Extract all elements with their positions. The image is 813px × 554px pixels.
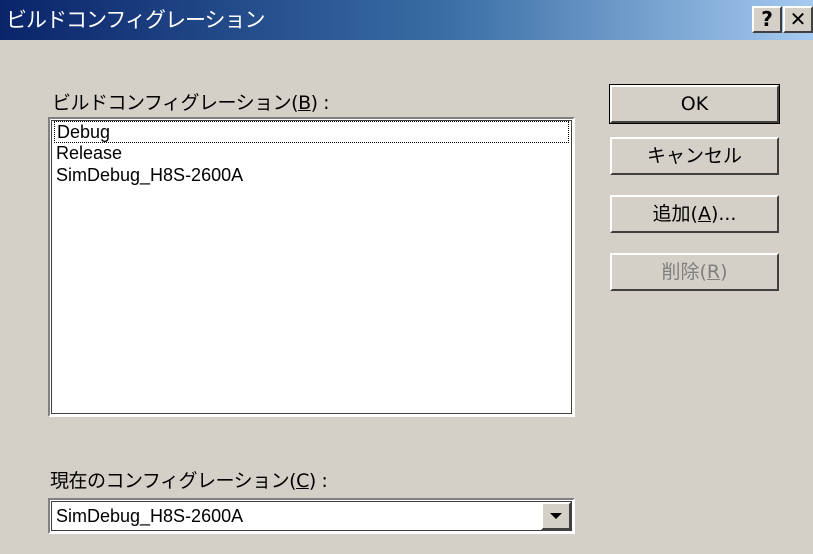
build-config-list[interactable]: Debug Release SimDebug_H8S-2600A (48, 117, 575, 417)
help-button[interactable]: ? (752, 6, 782, 33)
close-icon: ✕ (789, 7, 807, 31)
list-item[interactable]: SimDebug_H8S-2600A (54, 165, 243, 187)
current-config-select[interactable]: SimDebug_H8S-2600A (48, 498, 575, 534)
list-item[interactable]: Release (54, 143, 122, 165)
dropdown-button[interactable] (541, 502, 571, 530)
chevron-down-icon (550, 513, 562, 519)
help-icon: ? (761, 7, 773, 31)
delete-button[interactable]: 削除(R) (610, 253, 779, 291)
list-item[interactable]: Debug (54, 121, 569, 143)
current-config-label: 現在のコンフィグレーション(C) : (50, 470, 328, 492)
add-button[interactable]: 追加(A)... (610, 195, 779, 233)
close-button[interactable]: ✕ (783, 6, 813, 33)
ok-button[interactable]: OK (609, 84, 780, 124)
build-configuration-dialog: ビルドコンフィグレーション ? ✕ ビルドコンフィグレーション(B) : Deb… (0, 0, 813, 554)
title-bar[interactable]: ビルドコンフィグレーション ? ✕ (0, 0, 813, 40)
cancel-button[interactable]: キャンセル (610, 137, 779, 175)
current-config-value: SimDebug_H8S-2600A (56, 506, 244, 526)
window-title: ビルドコンフィグレーション (6, 8, 266, 32)
build-config-label: ビルドコンフィグレーション(B) : (52, 92, 330, 114)
